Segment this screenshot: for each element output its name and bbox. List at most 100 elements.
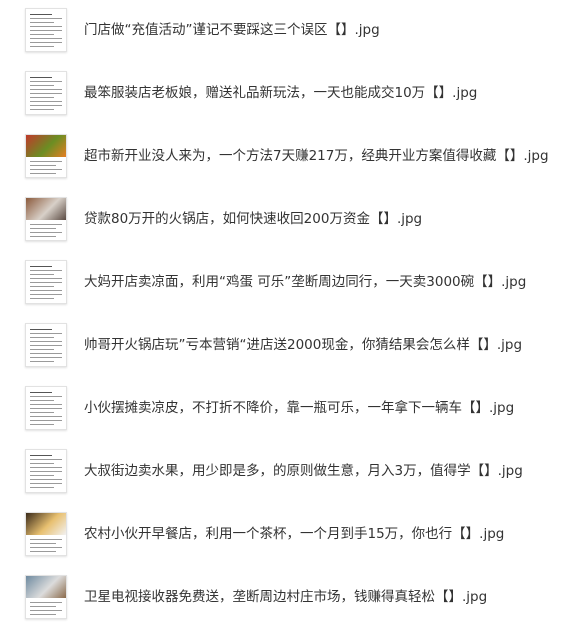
- thumbnail-photo: [26, 513, 66, 535]
- thumbnail-text-line: [30, 353, 62, 354]
- thumbnail-text-line: [30, 236, 56, 237]
- file-item[interactable]: 小伙摆摊卖凉皮，不打折不降价，靠一瓶可乐，一年拿下一辆车【】.jpg: [0, 382, 564, 434]
- thumbnail-text-line: [30, 463, 54, 464]
- thumbnail-text-line: [30, 479, 62, 480]
- thumbnail-text-line: [30, 85, 54, 86]
- thumbnail-text-line: [30, 93, 62, 94]
- thumbnail-text-line: [30, 228, 56, 229]
- file-item[interactable]: 贷款80万开的火锅店，如何快速收回200万资金【】.jpg: [0, 193, 564, 245]
- image-thumbnail-icon[interactable]: [25, 134, 67, 178]
- thumbnail-text-line: [30, 349, 54, 350]
- thumbnail-text-line: [30, 424, 54, 425]
- thumbnail-text-line: [30, 294, 62, 295]
- thumbnail-text-line: [30, 392, 52, 393]
- thumbnail-text-line: [30, 333, 62, 334]
- thumbnail-text-line: [30, 38, 62, 39]
- thumbnail-text-line: [30, 543, 56, 544]
- file-name[interactable]: 最笨服装店老板娘，赠送礼品新玩法，一天也能成交10万【】.jpg: [84, 83, 477, 103]
- thumbnail-text-line: [30, 602, 62, 603]
- file-name[interactable]: 大叔街边卖水果，用少即是多，的原则做生意，月入3万，值得学【】.jpg: [84, 461, 523, 481]
- thumbnail-text-line: [30, 361, 54, 362]
- thumbnail-photo: [26, 135, 66, 157]
- thumbnail-text-line: [30, 416, 62, 417]
- thumbnail-text-line: [30, 400, 54, 401]
- thumbnail-text-line: [30, 282, 62, 283]
- thumbnail-text-line: [30, 46, 54, 47]
- thumbnail-text-line: [30, 610, 62, 611]
- thumbnail-text-line: [30, 408, 62, 409]
- thumbnail-text-line: [30, 34, 54, 35]
- thumbnail-text-line: [30, 105, 62, 106]
- thumbnail-text-line: [30, 165, 56, 166]
- thumbnail-text-line: [30, 551, 56, 552]
- file-name[interactable]: 卫星电视接收器免费送，垄断周边村庄市场，钱赚得真轻松【】.jpg: [84, 587, 487, 607]
- thumbnail-text-line: [30, 22, 54, 23]
- thumbnail-text-line: [30, 483, 62, 484]
- thumbnail-text-line: [30, 471, 62, 472]
- thumbnail-text-line: [30, 169, 62, 170]
- thumbnail-text-line: [30, 337, 54, 338]
- thumbnail-text-line: [30, 606, 56, 607]
- image-thumbnail-icon[interactable]: [25, 197, 67, 241]
- file-name[interactable]: 小伙摆摊卖凉皮，不打折不降价，靠一瓶可乐，一年拿下一辆车【】.jpg: [84, 398, 514, 418]
- file-item[interactable]: 超市新开业没人来为，一个方法7天赚217万，经典开业方案值得收藏【】.jpg: [0, 130, 564, 182]
- thumbnail-text-line: [30, 30, 62, 31]
- image-thumbnail-icon[interactable]: [25, 386, 67, 430]
- thumbnail-text-line: [30, 274, 54, 275]
- thumbnail-text-line: [30, 420, 62, 421]
- file-name[interactable]: 超市新开业没人来为，一个方法7天赚217万，经典开业方案值得收藏【】.jpg: [84, 146, 549, 166]
- thumbnail-text-line: [30, 467, 62, 468]
- thumbnail-text-line: [30, 329, 52, 330]
- thumbnail-photo: [26, 198, 66, 220]
- thumbnail-text-line: [30, 77, 52, 78]
- file-item[interactable]: 农村小伙开早餐店，利用一个茶杯，一个月到手15万，你也行【】.jpg: [0, 508, 564, 560]
- thumbnail-text-line: [30, 81, 62, 82]
- thumbnail-text-line: [30, 298, 54, 299]
- file-name[interactable]: 农村小伙开早餐店，利用一个茶杯，一个月到手15万，你也行【】.jpg: [84, 524, 504, 544]
- thumbnail-text-line: [30, 266, 52, 267]
- thumbnail-photo: [26, 576, 66, 598]
- file-item[interactable]: 卫星电视接收器免费送，垄断周边村庄市场，钱赚得真轻松【】.jpg: [0, 571, 564, 623]
- file-name[interactable]: 帅哥开火锅店玩”亏本营销“进店送2000现金，你猜结果会怎么样【】.jpg: [84, 335, 522, 355]
- file-name[interactable]: 贷款80万开的火锅店，如何快速收回200万资金【】.jpg: [84, 209, 422, 229]
- image-thumbnail-icon[interactable]: [25, 260, 67, 304]
- image-thumbnail-icon[interactable]: [25, 575, 67, 619]
- image-thumbnail-icon[interactable]: [25, 449, 67, 493]
- thumbnail-text-line: [30, 412, 54, 413]
- thumbnail-text-line: [30, 173, 56, 174]
- thumbnail-text-line: [30, 455, 52, 456]
- file-item[interactable]: 帅哥开火锅店玩”亏本营销“进店送2000现金，你猜结果会怎么样【】.jpg: [0, 319, 564, 371]
- thumbnail-text-line: [30, 341, 62, 342]
- image-thumbnail-icon[interactable]: [25, 8, 67, 52]
- image-thumbnail-icon[interactable]: [25, 323, 67, 367]
- thumbnail-text-line: [30, 404, 62, 405]
- file-item[interactable]: 大妈开店卖凉面，利用“鸡蛋 可乐”垄断周边同行，一天卖3000碗【】.jpg: [0, 256, 564, 308]
- thumbnail-text-line: [30, 18, 62, 19]
- file-name[interactable]: 大妈开店卖凉面，利用“鸡蛋 可乐”垄断周边同行，一天卖3000碗【】.jpg: [84, 272, 526, 292]
- thumbnail-text-line: [30, 614, 56, 615]
- image-thumbnail-icon[interactable]: [25, 512, 67, 556]
- file-item[interactable]: 最笨服装店老板娘，赠送礼品新玩法，一天也能成交10万【】.jpg: [0, 67, 564, 119]
- thumbnail-text-line: [30, 101, 62, 102]
- thumbnail-text-line: [30, 459, 62, 460]
- thumbnail-text-line: [30, 14, 52, 15]
- thumbnail-text-line: [30, 539, 62, 540]
- thumbnail-text-line: [30, 278, 62, 279]
- thumbnail-text-line: [30, 270, 62, 271]
- thumbnail-text-line: [30, 224, 62, 225]
- thumbnail-text-line: [30, 286, 54, 287]
- thumbnail-text-line: [30, 109, 54, 110]
- thumbnail-text-line: [30, 97, 54, 98]
- thumbnail-text-line: [30, 42, 62, 43]
- thumbnail-text-line: [30, 161, 62, 162]
- thumbnail-text-line: [30, 357, 62, 358]
- file-item[interactable]: 门店做“充值活动”谨记不要踩这三个误区【】.jpg: [0, 4, 564, 56]
- thumbnail-text-line: [30, 487, 54, 488]
- thumbnail-text-line: [30, 290, 62, 291]
- thumbnail-text-line: [30, 396, 62, 397]
- thumbnail-text-line: [30, 547, 62, 548]
- image-thumbnail-icon[interactable]: [25, 71, 67, 115]
- file-name[interactable]: 门店做“充值活动”谨记不要踩这三个误区【】.jpg: [84, 20, 380, 40]
- thumbnail-text-line: [30, 475, 54, 476]
- file-item[interactable]: 大叔街边卖水果，用少即是多，的原则做生意，月入3万，值得学【】.jpg: [0, 445, 564, 497]
